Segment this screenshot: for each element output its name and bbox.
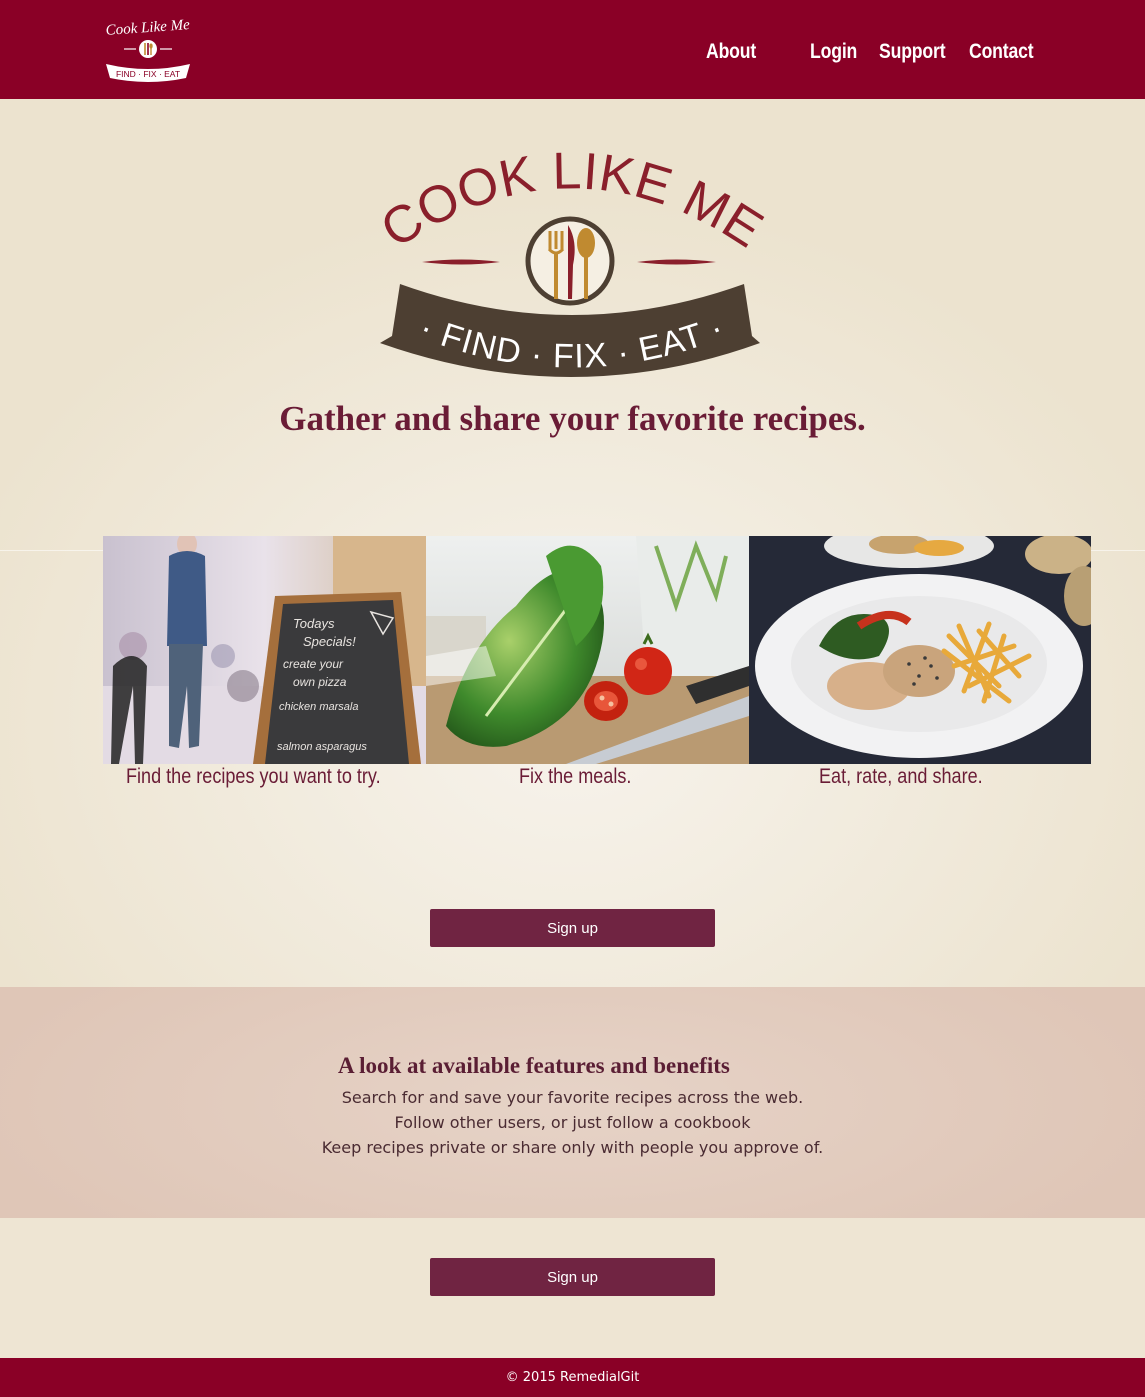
lower-signup-section: Sign up <box>0 1218 1145 1358</box>
svg-text:Todays: Todays <box>293 616 335 631</box>
features-section: A look at available features and benefit… <box>0 987 1145 1218</box>
cook-like-me-logo: COOK LIKE ME · FIND · FIX · EAT · <box>371 141 772 386</box>
hero-tagline: Gather and share your favorite recipes. <box>279 399 866 438</box>
step-caption-fix: Fix the meals. <box>519 765 632 788</box>
feature-line-search: Search for and save your favorite recipe… <box>341 1088 804 1107</box>
chalkboard-specials-photo: Todays Specials! create your own pizza c… <box>103 536 426 764</box>
feature-line-privacy: Keep recipes private or share only with … <box>321 1138 824 1157</box>
feature-line-follow: Follow other users, or just follow a coo… <box>394 1113 751 1132</box>
small-logo-text: Cook Like Me <box>105 17 190 39</box>
plated-chicken-fries-photo <box>749 536 1091 764</box>
svg-text:own pizza: own pizza <box>293 675 347 689</box>
utensils-icon <box>525 216 615 306</box>
features-title: A look at available features and benefit… <box>338 1053 730 1078</box>
svg-text:salmon asparagus: salmon asparagus <box>277 741 367 753</box>
home-logo-link[interactable]: Cook Like Me FIND · FIX · EAT <box>102 14 194 84</box>
step-caption-eat: Eat, rate, and share. <box>819 765 983 788</box>
lettuce-tomato-photo <box>426 536 749 764</box>
nav-about[interactable]: About <box>706 40 756 72</box>
nav-login[interactable]: Login <box>810 40 857 72</box>
signup-button-top[interactable]: Sign up <box>430 909 715 947</box>
cook-like-me-small-logo: Cook Like Me FIND · FIX · EAT <box>105 17 191 82</box>
svg-text:Specials!: Specials! <box>303 634 356 649</box>
svg-text:chicken marsala: chicken marsala <box>279 701 358 713</box>
footer: © 2015 RemedialGit <box>0 1358 1145 1397</box>
hero-section: COOK LIKE ME · FIND · FIX · EAT · Gather… <box>0 99 1145 987</box>
footer-copyright: © 2015 RemedialGit <box>505 1370 640 1385</box>
small-logo-ribbon: FIND · FIX · EAT <box>116 69 180 79</box>
step-caption-find: Find the recipes you want to try. <box>126 765 381 788</box>
svg-text:create your: create your <box>283 657 344 671</box>
signup-button-bottom[interactable]: Sign up <box>430 1258 715 1296</box>
top-navbar: Cook Like Me FIND · FIX · EAT About Logi… <box>0 0 1145 99</box>
nav-support[interactable]: Support <box>879 40 946 72</box>
nav-contact[interactable]: Contact <box>969 40 1034 72</box>
